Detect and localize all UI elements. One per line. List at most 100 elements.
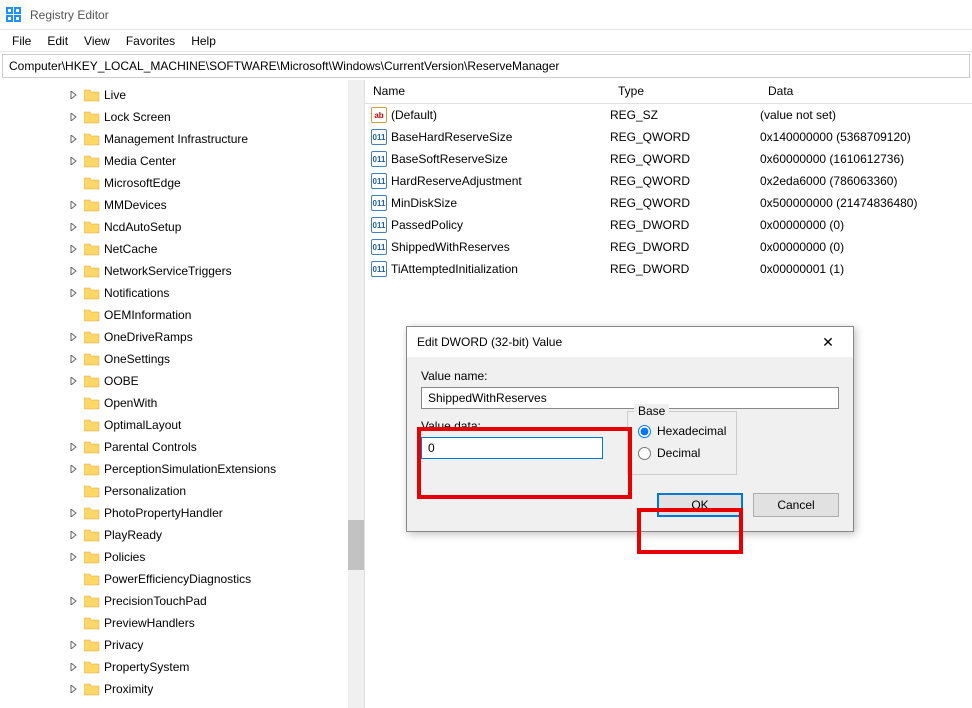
menu-favorites[interactable]: Favorites [118, 32, 183, 50]
chevron-right-icon[interactable] [68, 441, 80, 453]
tree-node[interactable]: PrecisionTouchPad [0, 590, 364, 612]
list-row[interactable]: 011HardReserveAdjustmentREG_QWORD0x2eda6… [365, 170, 972, 192]
tree-spacer [68, 485, 80, 497]
cancel-button[interactable]: Cancel [753, 493, 839, 517]
chevron-right-icon[interactable] [68, 133, 80, 145]
tree-node[interactable]: PlayReady [0, 524, 364, 546]
tree-node[interactable]: PropertySystem [0, 656, 364, 678]
tree-spacer [68, 617, 80, 629]
titlebar: Registry Editor [0, 0, 972, 30]
radio-dec-input[interactable] [638, 447, 651, 460]
value-type: REG_DWORD [610, 218, 760, 232]
tree-node[interactable]: NetworkServiceTriggers [0, 260, 364, 282]
chevron-right-icon[interactable] [68, 199, 80, 211]
tree-node[interactable]: NetCache [0, 238, 364, 260]
tree-node[interactable]: OneSettings [0, 348, 364, 370]
close-icon[interactable]: ✕ [813, 334, 843, 351]
tree-node[interactable]: Personalization [0, 480, 364, 502]
folder-icon [84, 616, 100, 630]
menu-view[interactable]: View [76, 32, 118, 50]
list-row[interactable]: 011PassedPolicyREG_DWORD0x00000000 (0) [365, 214, 972, 236]
chevron-right-icon[interactable] [68, 155, 80, 167]
tree-scrollbar-track[interactable] [348, 80, 364, 708]
tree-node[interactable]: Parental Controls [0, 436, 364, 458]
folder-icon [84, 660, 100, 674]
menu-edit[interactable]: Edit [39, 32, 76, 50]
folder-icon [84, 330, 100, 344]
menu-file[interactable]: File [4, 32, 39, 50]
list-row[interactable]: 011ShippedWithReservesREG_DWORD0x0000000… [365, 236, 972, 258]
radio-decimal[interactable]: Decimal [638, 442, 726, 464]
list-row[interactable]: 011BaseSoftReserveSizeREG_QWORD0x6000000… [365, 148, 972, 170]
chevron-right-icon[interactable] [68, 331, 80, 343]
tree-node[interactable]: OpenWith [0, 392, 364, 414]
chevron-right-icon[interactable] [68, 353, 80, 365]
tree-node[interactable]: PowerEfficiencyDiagnostics [0, 568, 364, 590]
value-name-field[interactable] [421, 387, 839, 409]
tree-node[interactable]: Privacy [0, 634, 364, 656]
value-type: REG_DWORD [610, 240, 760, 254]
chevron-right-icon[interactable] [68, 111, 80, 123]
radio-hexadecimal[interactable]: Hexadecimal [638, 420, 726, 442]
chevron-right-icon[interactable] [68, 639, 80, 651]
tree-node[interactable]: MicrosoftEdge [0, 172, 364, 194]
tree-node[interactable]: Notifications [0, 282, 364, 304]
tree-scrollbar-thumb[interactable] [348, 520, 364, 570]
tree-node-label: Lock Screen [104, 110, 171, 124]
chevron-right-icon[interactable] [68, 463, 80, 475]
tree-node[interactable]: Lock Screen [0, 106, 364, 128]
list-row[interactable]: 011MinDiskSizeREG_QWORD0x500000000 (2147… [365, 192, 972, 214]
list-row[interactable]: 011BaseHardReserveSizeREG_QWORD0x1400000… [365, 126, 972, 148]
list-row[interactable]: ab(Default)REG_SZ(value not set) [365, 104, 972, 126]
tree-node-label: Management Infrastructure [104, 132, 248, 146]
folder-icon [84, 572, 100, 586]
tree-node-label: PerceptionSimulationExtensions [104, 462, 276, 476]
address-bar[interactable]: Computer\HKEY_LOCAL_MACHINE\SOFTWARE\Mic… [2, 54, 970, 78]
chevron-right-icon[interactable] [68, 265, 80, 277]
folder-icon [84, 462, 100, 476]
menu-help[interactable]: Help [183, 32, 224, 50]
tree-node[interactable]: PhotoPropertyHandler [0, 502, 364, 524]
ok-button[interactable]: OK [657, 493, 743, 517]
tree-node[interactable]: OneDriveRamps [0, 326, 364, 348]
chevron-right-icon[interactable] [68, 529, 80, 541]
tree-node[interactable]: MMDevices [0, 194, 364, 216]
chevron-right-icon[interactable] [68, 661, 80, 673]
col-header-type[interactable]: Type [610, 80, 760, 103]
list-row[interactable]: 011TiAttemptedInitializationREG_DWORD0x0… [365, 258, 972, 280]
tree-node-label: PrecisionTouchPad [104, 594, 207, 608]
value-data-field[interactable] [421, 437, 603, 459]
chevron-right-icon[interactable] [68, 243, 80, 255]
folder-icon [84, 286, 100, 300]
chevron-right-icon[interactable] [68, 595, 80, 607]
tree-pane[interactable]: Live Lock Screen Management Infrastructure… [0, 80, 365, 708]
tree-node[interactable]: OEMInformation [0, 304, 364, 326]
chevron-right-icon[interactable] [68, 375, 80, 387]
dialog-titlebar[interactable]: Edit DWORD (32-bit) Value ✕ [407, 327, 853, 357]
radio-hex-input[interactable] [638, 425, 651, 438]
col-header-data[interactable]: Data [760, 80, 972, 103]
tree-node[interactable]: PerceptionSimulationExtensions [0, 458, 364, 480]
chevron-right-icon[interactable] [68, 507, 80, 519]
value-type: REG_SZ [610, 108, 760, 122]
chevron-right-icon[interactable] [68, 551, 80, 563]
tree-node[interactable]: OptimalLayout [0, 414, 364, 436]
tree-node[interactable]: PreviewHandlers [0, 612, 364, 634]
tree-node[interactable]: OOBE [0, 370, 364, 392]
tree-node[interactable]: Proximity [0, 678, 364, 700]
tree-node[interactable]: Management Infrastructure [0, 128, 364, 150]
chevron-right-icon[interactable] [68, 89, 80, 101]
value-name: ShippedWithReserves [391, 240, 510, 254]
tree-node[interactable]: Media Center [0, 150, 364, 172]
tree-node[interactable]: NcdAutoSetup [0, 216, 364, 238]
tree-node[interactable]: Live [0, 84, 364, 106]
value-name: TiAttemptedInitialization [391, 262, 518, 276]
tree-node[interactable]: Policies [0, 546, 364, 568]
chevron-right-icon[interactable] [68, 683, 80, 695]
col-header-name[interactable]: Name [365, 80, 610, 103]
chevron-right-icon[interactable] [68, 287, 80, 299]
tree-node-label: OpenWith [104, 396, 157, 410]
chevron-right-icon[interactable] [68, 221, 80, 233]
value-name: PassedPolicy [391, 218, 463, 232]
reg-binary-icon: 011 [371, 151, 387, 167]
